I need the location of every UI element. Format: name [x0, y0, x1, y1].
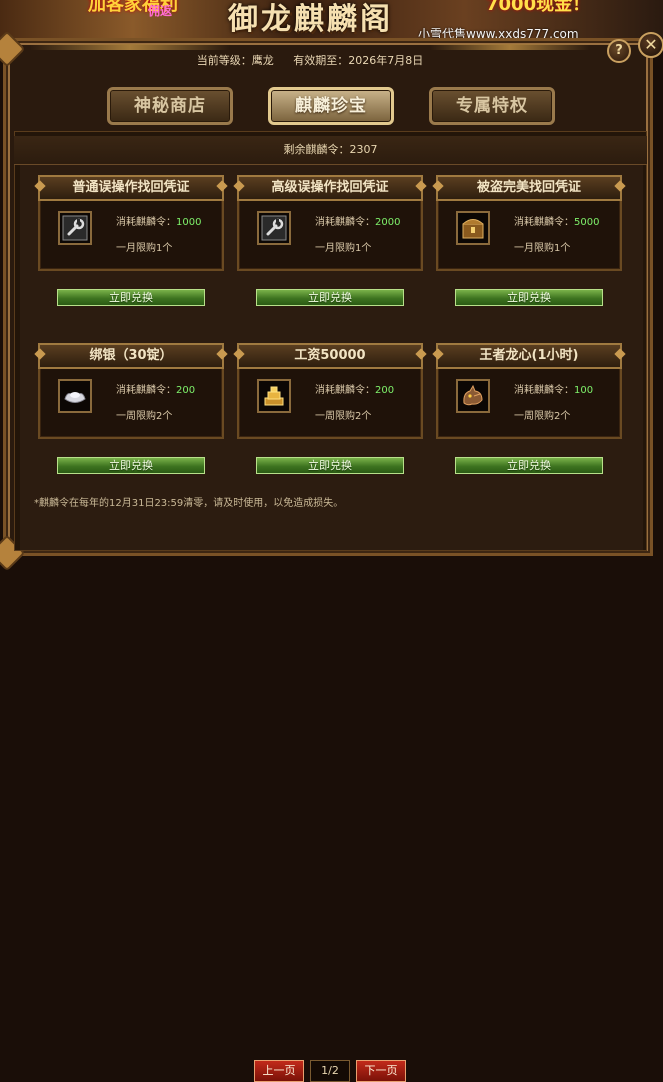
frame-gold-ornament [430, 44, 590, 50]
banner-promo-left-sub: 佣返 [148, 4, 173, 18]
frame-gold-ornament [30, 44, 230, 50]
purchase-limit: 一周限购2个 [116, 411, 173, 422]
redeem-button[interactable]: 立即兑换 [455, 457, 603, 474]
redeem-button[interactable]: 立即兑换 [455, 289, 603, 306]
tab-exclusive-privilege[interactable]: 专属特权 [429, 87, 555, 125]
item-name: 高级误操作找回凭证 [237, 175, 423, 201]
current-level: 当前等级：鹰龙 [196, 54, 274, 67]
redeem-button[interactable]: 立即兑换 [256, 289, 404, 306]
item-card: 高级误操作找回凭证消耗麒麟令：2000 一月限购1个 [237, 175, 423, 271]
banner-promo-right: 7000现金！ [486, 0, 591, 15]
dragon-heart-icon[interactable] [456, 379, 490, 413]
cost-label: 消耗麒麟令： [514, 217, 574, 228]
page-indicator: 1/2 [310, 1060, 350, 1082]
watermark-text: 小雪代售www.xxds777.com [418, 27, 579, 38]
item-name: 被盗完美找回凭证 [436, 175, 622, 201]
next-page-button[interactable]: 下一页 [356, 1060, 406, 1082]
item-name: 绑银（30锭） [38, 343, 224, 369]
item-name: 工资50000 [237, 343, 423, 369]
treasure-box-icon[interactable] [456, 211, 490, 245]
item-card: 被盗完美找回凭证消耗麒麟令：5000 一月限购1个 [436, 175, 622, 271]
purchase-limit: 一周限购2个 [315, 411, 372, 422]
top-banner: 加客家福利 佣返 御龙麒麟阁 7000现金！ 小雪代售www.xxds777.c… [0, 0, 663, 38]
cost-label: 消耗麒麟令： [116, 217, 176, 228]
cost-label: 消耗麒麟令： [315, 217, 375, 228]
item-name: 王者龙心(1小时) [436, 343, 622, 369]
header-info: 当前等级：鹰龙 有效期至：2026年7月8日 [0, 52, 620, 68]
item-cost: 消耗麒麟令：100 [514, 381, 593, 396]
gold-ingot-icon[interactable] [257, 379, 291, 413]
cost-value: 1000 [176, 217, 202, 228]
cost-label: 消耗麒麟令： [315, 385, 375, 396]
redeem-button[interactable]: 立即兑换 [57, 289, 205, 306]
validity-date: 有效期至：2026年7月8日 [293, 54, 424, 67]
item-cost: 消耗麒麟令：2000 [315, 213, 400, 228]
item-card: 普通误操作找回凭证消耗麒麟令：1000 一月限购1个 [38, 175, 224, 271]
redeem-button[interactable]: 立即兑换 [256, 457, 404, 474]
close-button[interactable]: ✕ [638, 32, 663, 58]
item-cost: 消耗麒麟令：200 [315, 381, 394, 396]
item-card: 绑银（30锭） 消耗麒麟令：200 一周限购2个 [38, 343, 224, 439]
prev-page-button[interactable]: 上一页 [254, 1060, 304, 1082]
silver-ingot-icon[interactable] [58, 379, 92, 413]
wrench-icon[interactable] [58, 211, 92, 245]
purchase-limit: 一月限购1个 [116, 243, 173, 254]
item-cost: 消耗麒麟令：5000 [514, 213, 599, 228]
cost-value: 200 [176, 385, 196, 396]
item-card: 王者龙心(1小时) 消耗麒麟令：100 一周限购2个 [436, 343, 622, 439]
cost-label: 消耗麒麟令： [116, 385, 176, 396]
item-card: 工资50000 消耗麒麟令：200 一周限购2个 [237, 343, 423, 439]
purchase-limit: 一月限购1个 [514, 243, 571, 254]
cost-value: 2000 [375, 217, 401, 228]
cost-value: 100 [574, 385, 594, 396]
item-cost: 消耗麒麟令：1000 [116, 213, 201, 228]
redeem-button[interactable]: 立即兑换 [57, 457, 205, 474]
wrench-icon[interactable] [257, 211, 291, 245]
item-name: 普通误操作找回凭证 [38, 175, 224, 201]
tab-qilin-treasure[interactable]: 麒麟珍宝 [268, 87, 394, 125]
purchase-limit: 一周限购2个 [514, 411, 571, 422]
cost-value: 200 [375, 385, 395, 396]
cost-label: 消耗麒麟令： [514, 385, 574, 396]
tab-bar: 神秘商店 麒麟珍宝 专属特权 [0, 87, 663, 129]
banner-title: 御龙麒麟阁 [228, 2, 393, 37]
remaining-tokens: 剩余麒麟令：2307 [14, 136, 647, 165]
purchase-limit: 一月限购1个 [315, 243, 372, 254]
cost-value: 5000 [574, 217, 600, 228]
reset-note: *麒麟令在每年的12月31日23:59清零，请及时使用，以免造成损失。 [34, 498, 344, 509]
tab-mystery-shop[interactable]: 神秘商店 [107, 87, 233, 125]
item-cost: 消耗麒麟令：200 [116, 381, 195, 396]
